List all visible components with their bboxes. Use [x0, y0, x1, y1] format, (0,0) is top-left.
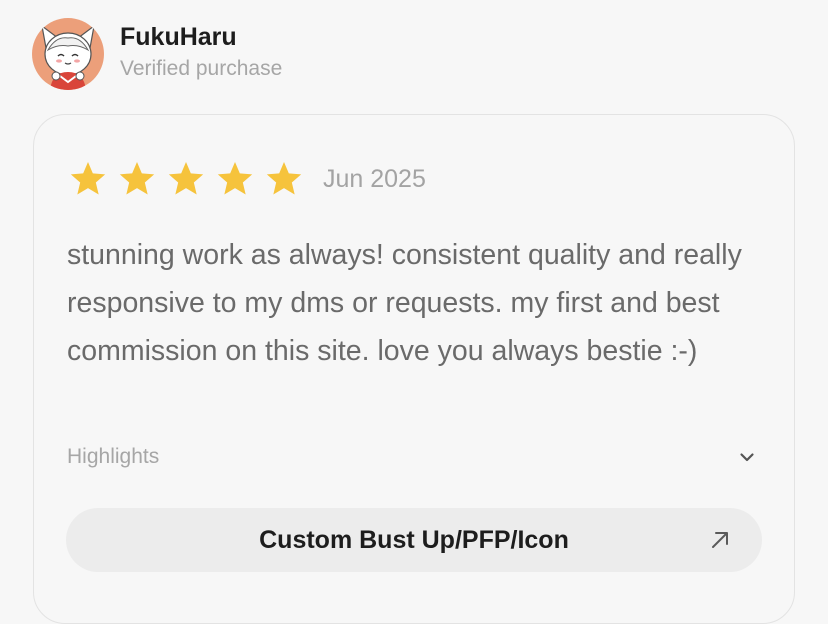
chevron-down-icon[interactable] [737, 447, 757, 467]
star-icon [264, 159, 304, 199]
review-text: stunning work as always! consistent qual… [67, 239, 742, 367]
star-icon [68, 159, 108, 199]
star-icon [166, 159, 206, 199]
review-date: Jun 2025 [323, 164, 426, 193]
highlights-toggle[interactable]: Highlights [67, 445, 757, 469]
product-label: Custom Bust Up/PFP/Icon [259, 525, 569, 554]
author-meta: FukuHaru Verified purchase [120, 23, 283, 83]
star-icon [215, 159, 255, 199]
arrow-up-right-icon [708, 528, 732, 552]
review-card: Jun 2025 stunning work as always! consis… [33, 114, 795, 624]
product-link-button[interactable]: Custom Bust Up/PFP/Icon [66, 508, 762, 572]
rating-row: Jun 2025 [68, 159, 426, 199]
verified-purchase-label: Verified purchase [120, 57, 283, 80]
avatar[interactable] [32, 18, 104, 90]
review-header: FukuHaru Verified purchase [32, 18, 282, 90]
star-icon [117, 159, 157, 199]
star-rating [68, 159, 313, 199]
highlights-label: Highlights [67, 445, 160, 468]
author-name[interactable]: FukuHaru [120, 21, 282, 53]
anime-character-avatar-icon [32, 18, 104, 90]
